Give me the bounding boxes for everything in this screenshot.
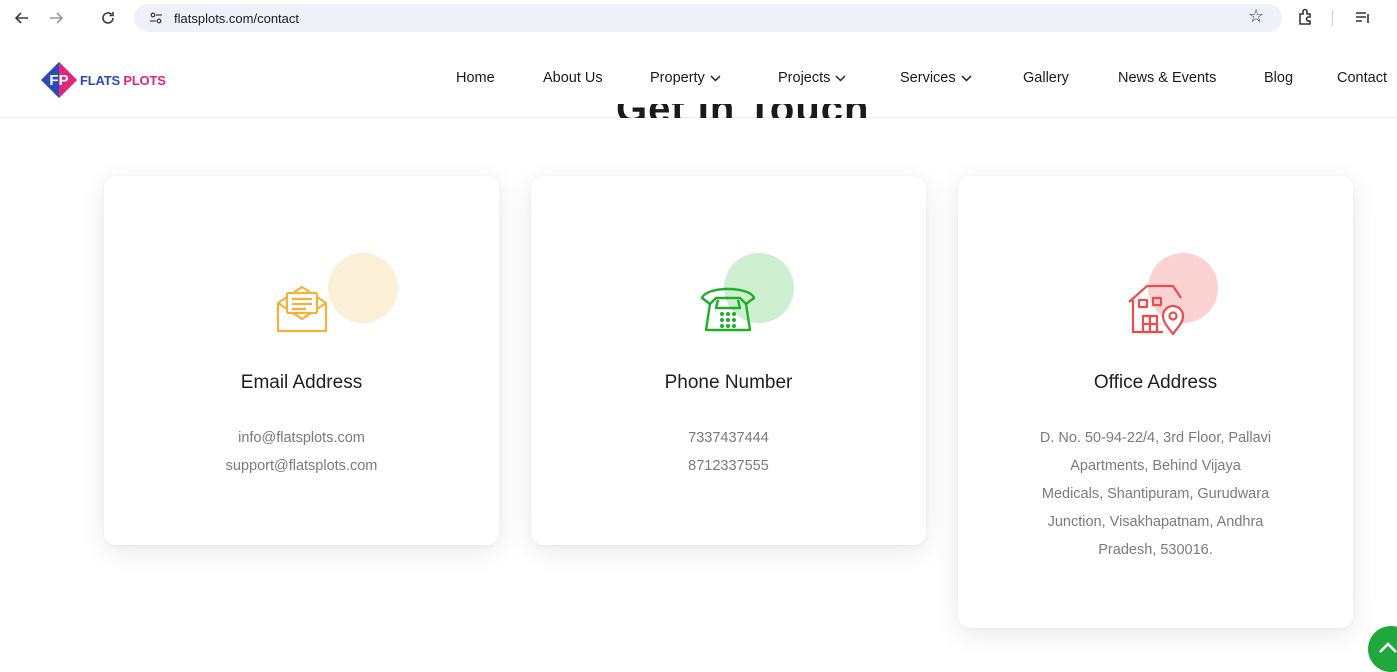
- telephone-icon: [700, 287, 756, 332]
- nav-home[interactable]: Home: [456, 70, 495, 86]
- logo-word-plots: PLOTS: [123, 72, 166, 88]
- nav-news-events[interactable]: News & Events: [1118, 70, 1216, 86]
- bookmark-star-icon[interactable]: ☆: [1248, 6, 1264, 27]
- extensions-icon[interactable]: [1295, 6, 1317, 28]
- site-logo[interactable]: FP FLATS PLOTS: [40, 60, 166, 100]
- office-card: Office Address D. No. 50-94-22/4, 3rd Fl…: [958, 176, 1353, 628]
- address-line: Pradesh, 530016.: [1098, 542, 1213, 558]
- logo-mark-icon: FP: [41, 62, 77, 98]
- reload-icon[interactable]: [96, 6, 120, 30]
- nav-projects[interactable]: Projects: [778, 70, 846, 86]
- card-details: 7337437444 8712337555: [531, 424, 926, 480]
- svg-text:FP: FP: [49, 72, 68, 89]
- nav-property[interactable]: Property: [650, 70, 721, 86]
- email-link[interactable]: support@flatsplots.com: [104, 452, 499, 480]
- browser-toolbar: flatsplots.com/contact ☆: [0, 0, 1397, 36]
- nav-gallery[interactable]: Gallery: [1023, 70, 1069, 86]
- chevron-down-icon: [961, 75, 972, 82]
- nav-contact[interactable]: Contact: [1337, 70, 1387, 86]
- phone-link[interactable]: 7337437444: [531, 424, 926, 452]
- email-link[interactable]: info@flatsplots.com: [104, 424, 499, 452]
- nav-about-us[interactable]: About Us: [543, 70, 603, 86]
- section-heading: Get In Touch: [0, 104, 1397, 118]
- envelope-icon: [276, 285, 328, 333]
- phone-link[interactable]: 8712337555: [531, 452, 926, 480]
- card-title: Phone Number: [664, 372, 793, 393]
- card-details: D. No. 50-94-22/4, 3rd Floor, Pallavi Ap…: [958, 424, 1353, 564]
- logo-word-flats: FLATS: [80, 72, 120, 88]
- chevron-up-icon: [1379, 642, 1397, 653]
- address-line: Medicals, Shantipuram, Gurudwara: [1041, 486, 1270, 502]
- url-text: flatsplots.com/contact: [174, 10, 299, 26]
- reading-list-icon[interactable]: [1353, 8, 1373, 28]
- card-details: info@flatsplots.com support@flatsplots.c…: [104, 424, 499, 480]
- chevron-down-icon: [835, 75, 846, 82]
- phone-card: Phone Number 7337437444 8712337555: [531, 176, 926, 545]
- forward-arrow-icon[interactable]: [44, 6, 68, 30]
- card-title: Office Address: [1093, 372, 1218, 393]
- icon-blob: [328, 253, 398, 323]
- email-card: Email Address info@flatsplots.com suppor…: [104, 176, 499, 545]
- scroll-to-top-button[interactable]: [1368, 626, 1397, 672]
- address-line: D. No. 50-94-22/4, 3rd Floor, Pallavi: [1039, 430, 1272, 446]
- address-line: Apartments, Behind Vijaya: [1070, 458, 1241, 474]
- card-title: Email Address: [240, 372, 363, 393]
- back-arrow-icon[interactable]: [10, 6, 34, 30]
- nav-services[interactable]: Services: [900, 70, 972, 86]
- chevron-down-icon: [710, 75, 721, 82]
- toolbar-divider: [1332, 10, 1333, 26]
- address-line: Junction, Visakhapatnam, Andhra: [1047, 514, 1264, 530]
- office-location-icon: [1128, 284, 1185, 336]
- site-settings-icon[interactable]: [148, 10, 164, 26]
- nav-blog[interactable]: Blog: [1264, 70, 1293, 86]
- address-bar[interactable]: flatsplots.com/contact: [134, 4, 1282, 32]
